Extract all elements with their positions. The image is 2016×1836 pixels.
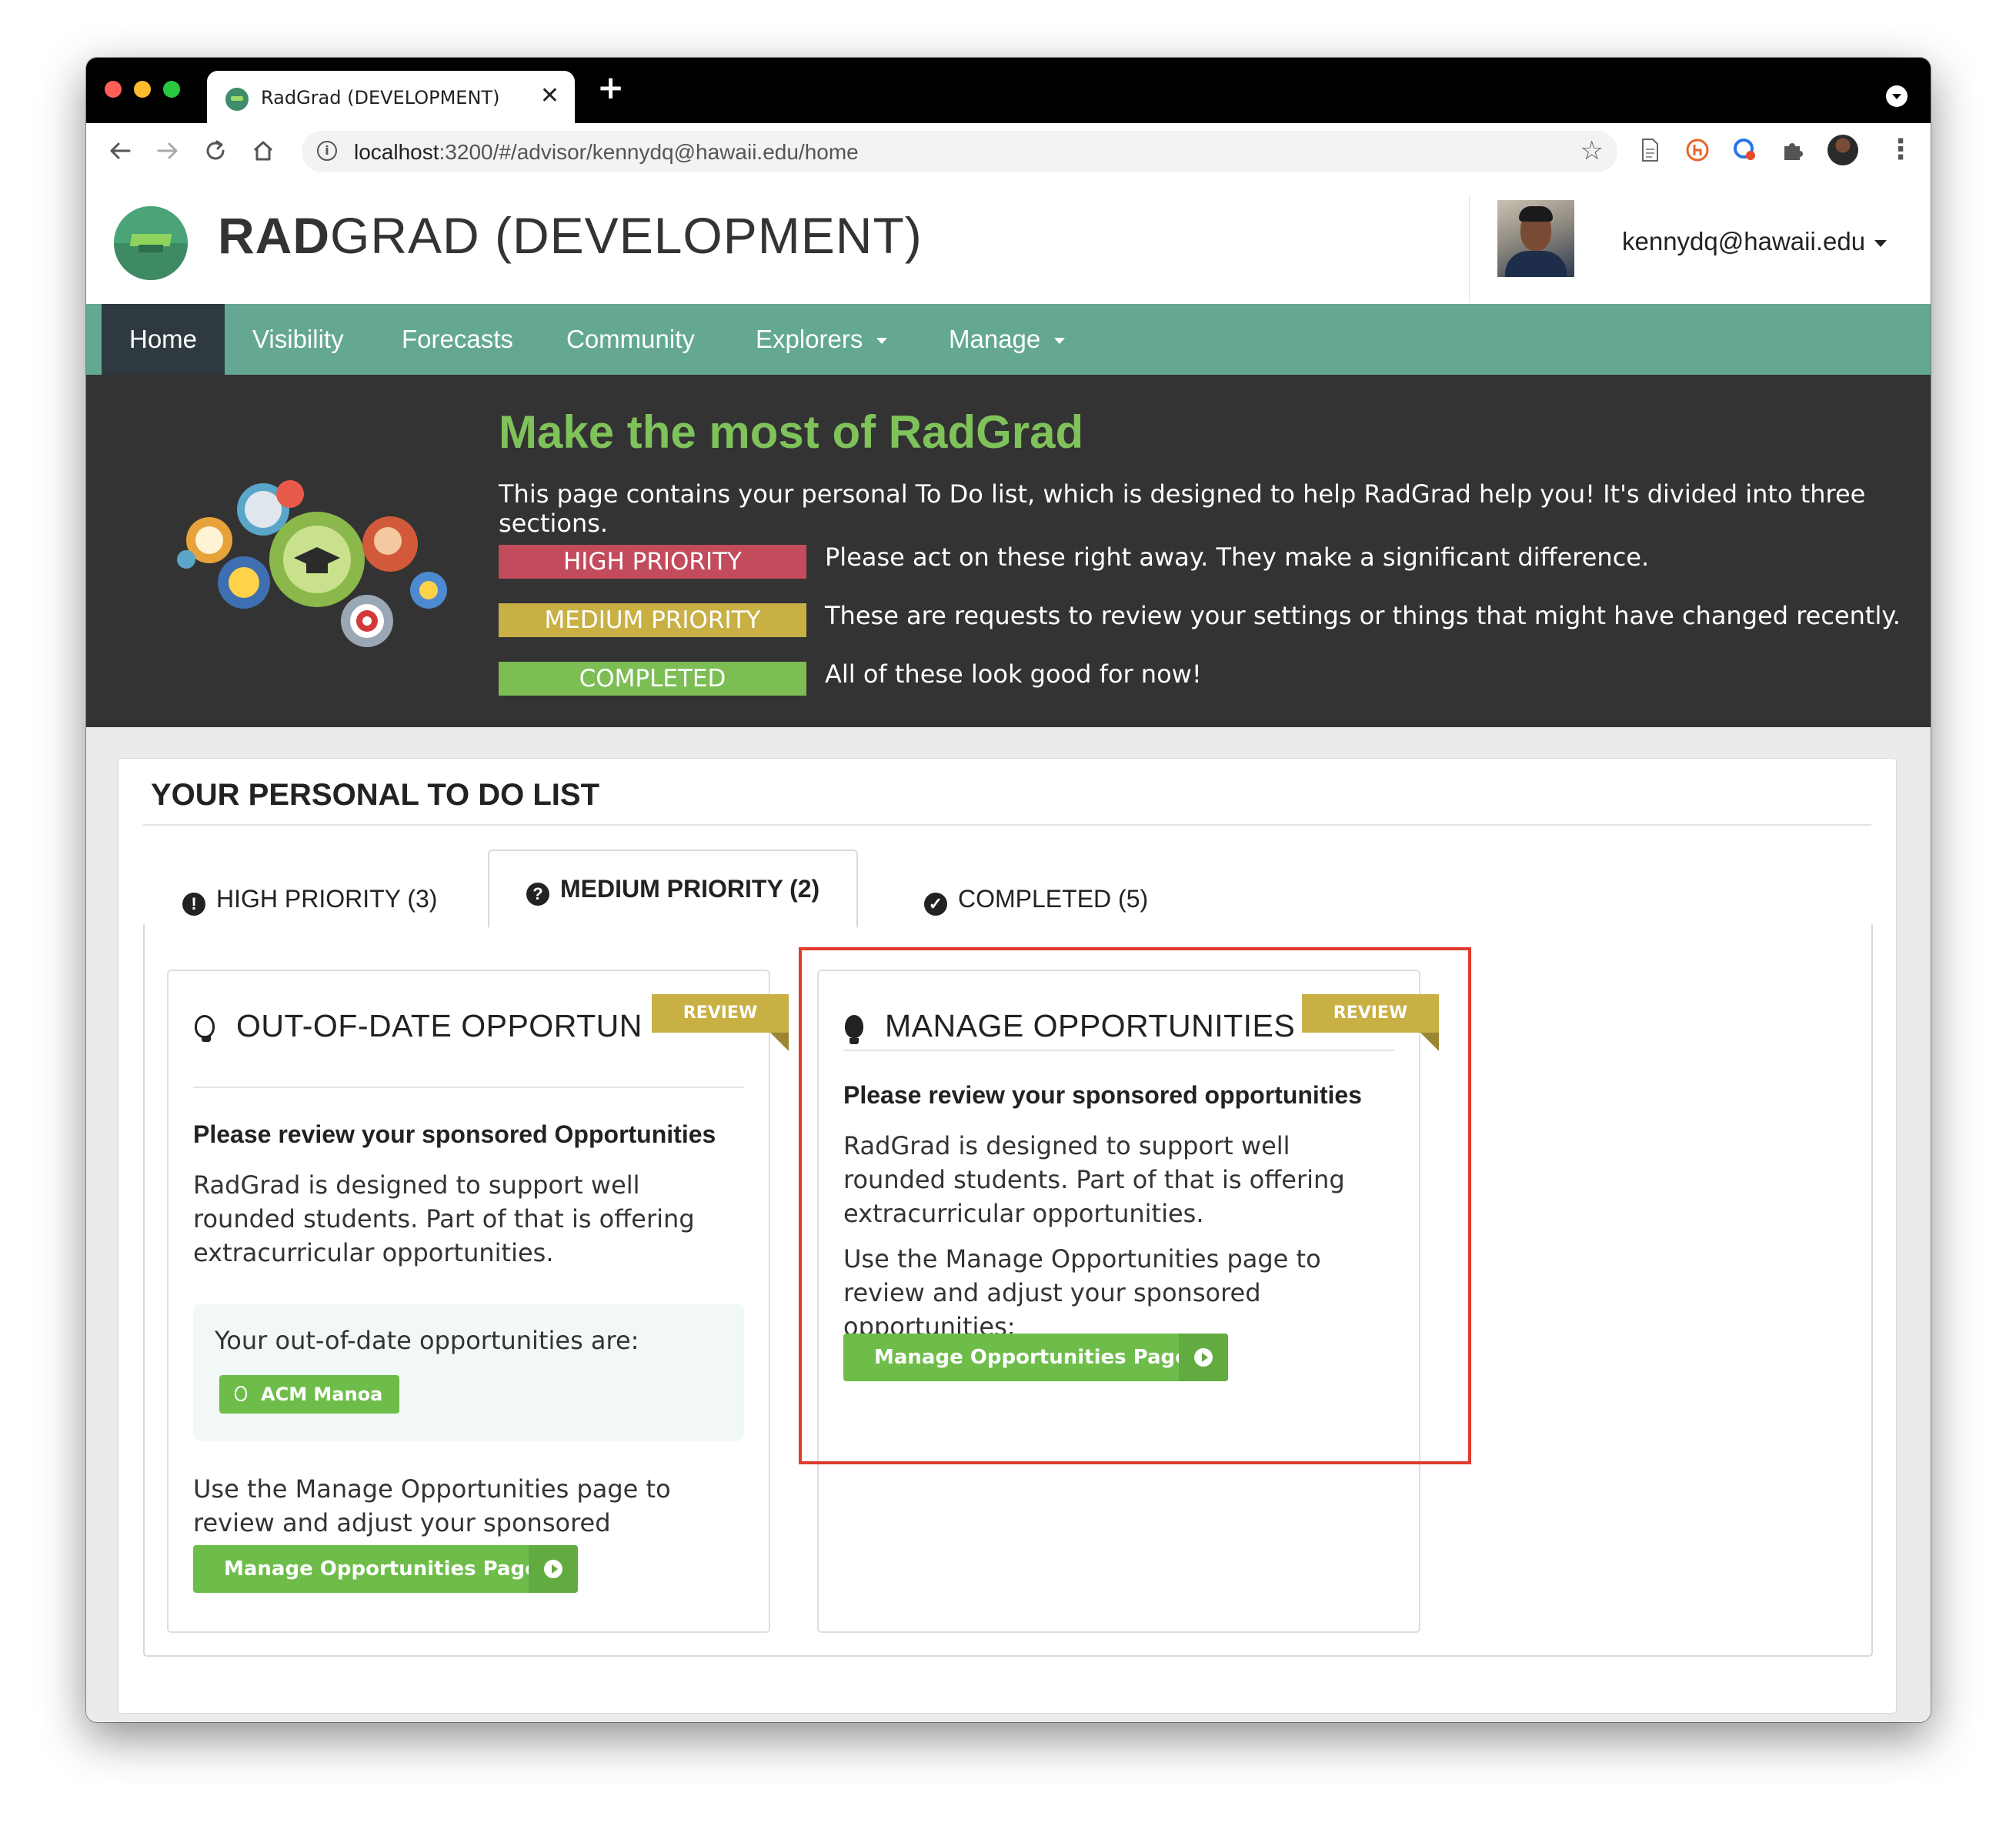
card-heading: OUT-OF-DATE OPPORTUN	[195, 1008, 643, 1044]
browser-window: RadGrad (DEVELOPMENT) ✕ + i localhost:32…	[86, 58, 1931, 1722]
home-icon[interactable]	[251, 139, 275, 163]
close-window-button[interactable]	[105, 81, 122, 98]
main-nav: Home Visibility Forecasts Community Expl…	[86, 304, 1931, 375]
question-circle-icon: ?	[526, 883, 549, 906]
check-circle-icon: ✓	[924, 893, 947, 916]
user-avatar	[1497, 200, 1574, 277]
todo-title: YOUR PERSONAL TO DO LIST	[151, 778, 600, 812]
chip-label: ACM Manoa	[261, 1384, 383, 1405]
tab-completed-label: COMPLETED (5)	[958, 885, 1149, 913]
todo-panel: YOUR PERSONAL TO DO LIST ! HIGH PRIORITY …	[118, 758, 1897, 1714]
new-tab-button[interactable]: +	[597, 68, 624, 106]
page-content: RADGRAD (DEVELOPMENT) kennydq@hawaii.edu…	[86, 183, 1931, 1722]
nav-community-label: Community	[566, 325, 695, 353]
manage-opportunities-button-label: Manage Opportunities Page	[224, 1557, 539, 1581]
high-priority-desc: Please act on these right away. They mak…	[825, 542, 1650, 572]
card-description: RadGrad is designed to support well roun…	[193, 1170, 695, 1267]
nav-forecasts[interactable]: Forecasts	[402, 304, 513, 375]
lightbulb-outline-icon	[195, 1015, 215, 1042]
site-info-icon[interactable]: i	[317, 141, 337, 161]
user-menu-caret-icon	[1874, 239, 1887, 247]
gears-illustration-icon	[177, 480, 447, 647]
out-of-date-box: Your out-of-date opportunities are: ACM …	[193, 1304, 744, 1441]
banner-intro: This page contains your personal To Do l…	[499, 479, 1866, 538]
site-header: RADGRAD (DEVELOPMENT) kennydq@hawaii.edu	[86, 183, 1931, 304]
user-menu[interactable]: kennydq@hawaii.edu	[1622, 227, 1887, 256]
medium-priority-label: MEDIUM PRIORITY	[499, 603, 806, 637]
url-host: localhost	[354, 140, 439, 164]
medium-priority-desc: These are requests to review your settin…	[825, 601, 1901, 630]
card-title: OUT-OF-DATE OPPORTUN	[236, 1008, 643, 1043]
nav-visibility[interactable]: Visibility	[252, 304, 344, 375]
extension-blue-icon[interactable]	[1732, 137, 1758, 163]
tab-completed[interactable]: ✓ COMPLETED (5)	[924, 874, 1148, 923]
out-of-date-opportunities-card: OUT-OF-DATE OPPORTUN REVIEW Please revie…	[167, 970, 789, 1633]
extensions-puzzle-icon[interactable]	[1780, 137, 1806, 163]
intro-banner: Make the most of RadGrad This page conta…	[86, 375, 1931, 727]
minimize-window-button[interactable]	[134, 81, 151, 98]
review-ribbon: REVIEW	[652, 994, 789, 1051]
forward-arrow-icon[interactable]	[155, 139, 180, 163]
url-text[interactable]: localhost:3200/#/advisor/kennydq@hawaii.…	[354, 140, 859, 165]
out-of-date-label: Your out-of-date opportunities are:	[215, 1326, 639, 1355]
nav-forecasts-label: Forecasts	[402, 325, 513, 353]
browser-menu-icon[interactable]: ⋮	[1887, 134, 1914, 165]
tab-medium-priority[interactable]: ? MEDIUM PRIORITY (2)	[488, 850, 859, 928]
header-divider	[1469, 195, 1470, 302]
manage-opportunities-button[interactable]: Manage Opportunities Page	[193, 1545, 578, 1593]
tab-high-priority-label: HIGH PRIORITY (3)	[216, 885, 438, 913]
zoom-window-button[interactable]	[163, 81, 180, 98]
nav-explorers[interactable]: Explorers	[756, 304, 888, 375]
tab-medium-priority-label: MEDIUM PRIORITY (2)	[560, 875, 820, 903]
back-arrow-icon[interactable]	[108, 139, 132, 163]
browser-titlebar: RadGrad (DEVELOPMENT) ✕ +	[86, 58, 1931, 123]
page-icon[interactable]	[1637, 137, 1663, 163]
nav-manage[interactable]: Manage	[949, 304, 1066, 375]
address-bar[interactable]: i localhost:3200/#/advisor/kennydq@hawai…	[302, 131, 1617, 172]
nav-explorers-label: Explorers	[756, 325, 863, 353]
brand-bold: RAD	[218, 207, 330, 264]
tab-high-priority[interactable]: ! HIGH PRIORITY (3)	[182, 874, 437, 923]
nav-home[interactable]: Home	[102, 304, 225, 375]
high-priority-label: HIGH PRIORITY	[499, 545, 806, 579]
profile-avatar-icon[interactable]	[1827, 135, 1858, 165]
todo-title-divider	[143, 824, 1871, 826]
tab-search-icon[interactable]	[1886, 85, 1908, 107]
manage-caret-icon	[1054, 338, 1066, 345]
arrow-circle-right-icon	[529, 1545, 578, 1593]
user-email: kennydq@hawaii.edu	[1622, 227, 1866, 255]
browser-tab[interactable]: RadGrad (DEVELOPMENT) ✕	[207, 71, 575, 123]
exclamation-circle-icon: !	[182, 893, 205, 916]
lightbulb-chip-icon	[235, 1386, 247, 1401]
radgrad-logo[interactable]	[114, 206, 188, 280]
nav-home-label: Home	[129, 325, 198, 353]
browser-toolbar: i localhost:3200/#/advisor/kennydq@hawai…	[86, 123, 1931, 184]
radgrad-favicon-icon	[225, 88, 249, 111]
site-brand[interactable]: RADGRAD (DEVELOPMENT)	[218, 206, 923, 265]
completed-label: COMPLETED	[499, 662, 806, 696]
tab-title: RadGrad (DEVELOPMENT)	[261, 87, 500, 108]
completed-desc: All of these look good for now!	[825, 659, 1202, 689]
acm-manoa-chip[interactable]: ACM Manoa	[219, 1375, 400, 1414]
url-path: :3200/#/advisor/kennydq@hawaii.edu/home	[439, 140, 859, 164]
bookmark-star-icon[interactable]: ☆	[1580, 135, 1604, 166]
nav-manage-label: Manage	[949, 325, 1041, 353]
nav-community[interactable]: Community	[566, 304, 695, 375]
explorers-caret-icon	[876, 338, 888, 345]
close-tab-icon[interactable]: ✕	[540, 82, 559, 109]
annotation-highlight-box	[799, 947, 1471, 1464]
banner-title: Make the most of RadGrad	[499, 406, 1084, 458]
nav-visibility-label: Visibility	[252, 325, 344, 353]
reload-icon[interactable]	[203, 139, 228, 163]
card-divider	[193, 1087, 744, 1088]
extension-orange-icon[interactable]	[1684, 137, 1711, 163]
brand-rest: GRAD (DEVELOPMENT)	[330, 207, 923, 264]
card-subtitle: Please review your sponsored Opportuniti…	[193, 1120, 716, 1148]
